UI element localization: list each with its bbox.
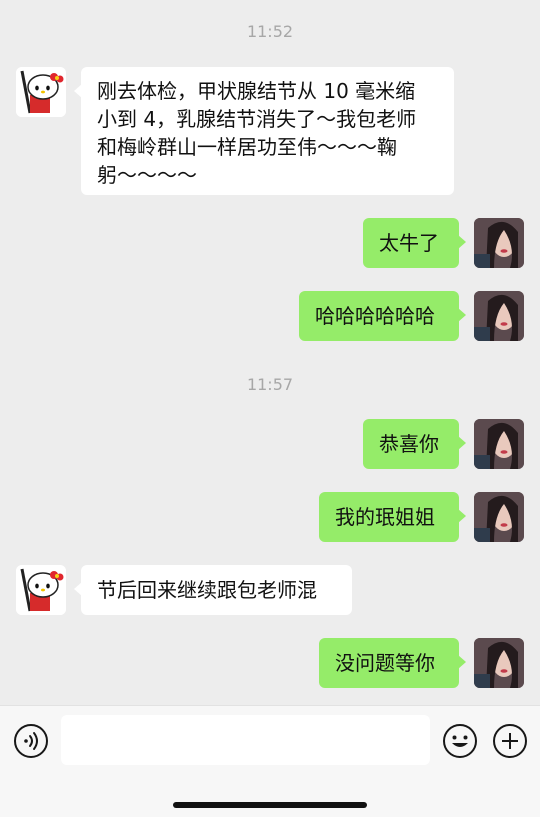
input-bar [0, 705, 540, 817]
emoji-icon[interactable] [442, 723, 478, 759]
message-text: 哈哈哈哈哈哈 [315, 304, 435, 328]
hello-kitty-avatar[interactable] [16, 565, 66, 615]
timestamp: 11:57 [246, 375, 294, 394]
timestamp: 11:52 [246, 22, 294, 41]
message-text: 没问题等你 [335, 651, 435, 675]
message-bubble-received[interactable]: 刚去体检，甲状腺结节从 10 毫米缩 小到 4，乳腺结节消失了～我包老师 和梅岭… [74, 67, 454, 195]
message-bubble-sent[interactable]: 太牛了 [363, 218, 466, 268]
message-line: 躬～～～～ [97, 163, 197, 187]
plus-icon[interactable] [492, 723, 528, 759]
girl-avatar[interactable] [474, 291, 524, 341]
message-bubble-sent[interactable]: 恭喜你 [363, 419, 466, 469]
girl-avatar[interactable] [474, 419, 524, 469]
message-text: 我的珉姐姐 [335, 505, 435, 529]
message-line: 刚去体检，甲状腺结节从 10 毫米缩 [97, 79, 416, 103]
message-text: 太牛了 [379, 231, 439, 255]
message-bubble-sent[interactable]: 没问题等你 [319, 638, 466, 688]
home-indicator [173, 802, 367, 808]
message-text: 恭喜你 [379, 432, 439, 456]
chat-messages-area[interactable]: 11:52 刚去体检，甲状腺结节从 10 毫米缩 小到 4，乳腺结节消失了～我包… [0, 0, 540, 705]
message-line: 和梅岭群山一样居功至伟～～～鞠 [97, 135, 397, 159]
message-text: 节后回来继续跟包老师混 [97, 578, 317, 602]
message-bubble-sent[interactable]: 我的珉姐姐 [319, 492, 466, 542]
hello-kitty-avatar[interactable] [16, 67, 66, 117]
girl-avatar[interactable] [474, 492, 524, 542]
girl-avatar[interactable] [474, 638, 524, 688]
voice-icon[interactable] [13, 723, 49, 759]
message-input[interactable] [61, 715, 430, 765]
message-bubble-sent[interactable]: 哈哈哈哈哈哈 [299, 291, 466, 341]
girl-avatar[interactable] [474, 218, 524, 268]
message-bubble-received[interactable]: 节后回来继续跟包老师混 [74, 565, 352, 615]
message-line: 小到 4，乳腺结节消失了～我包老师 [97, 107, 417, 131]
